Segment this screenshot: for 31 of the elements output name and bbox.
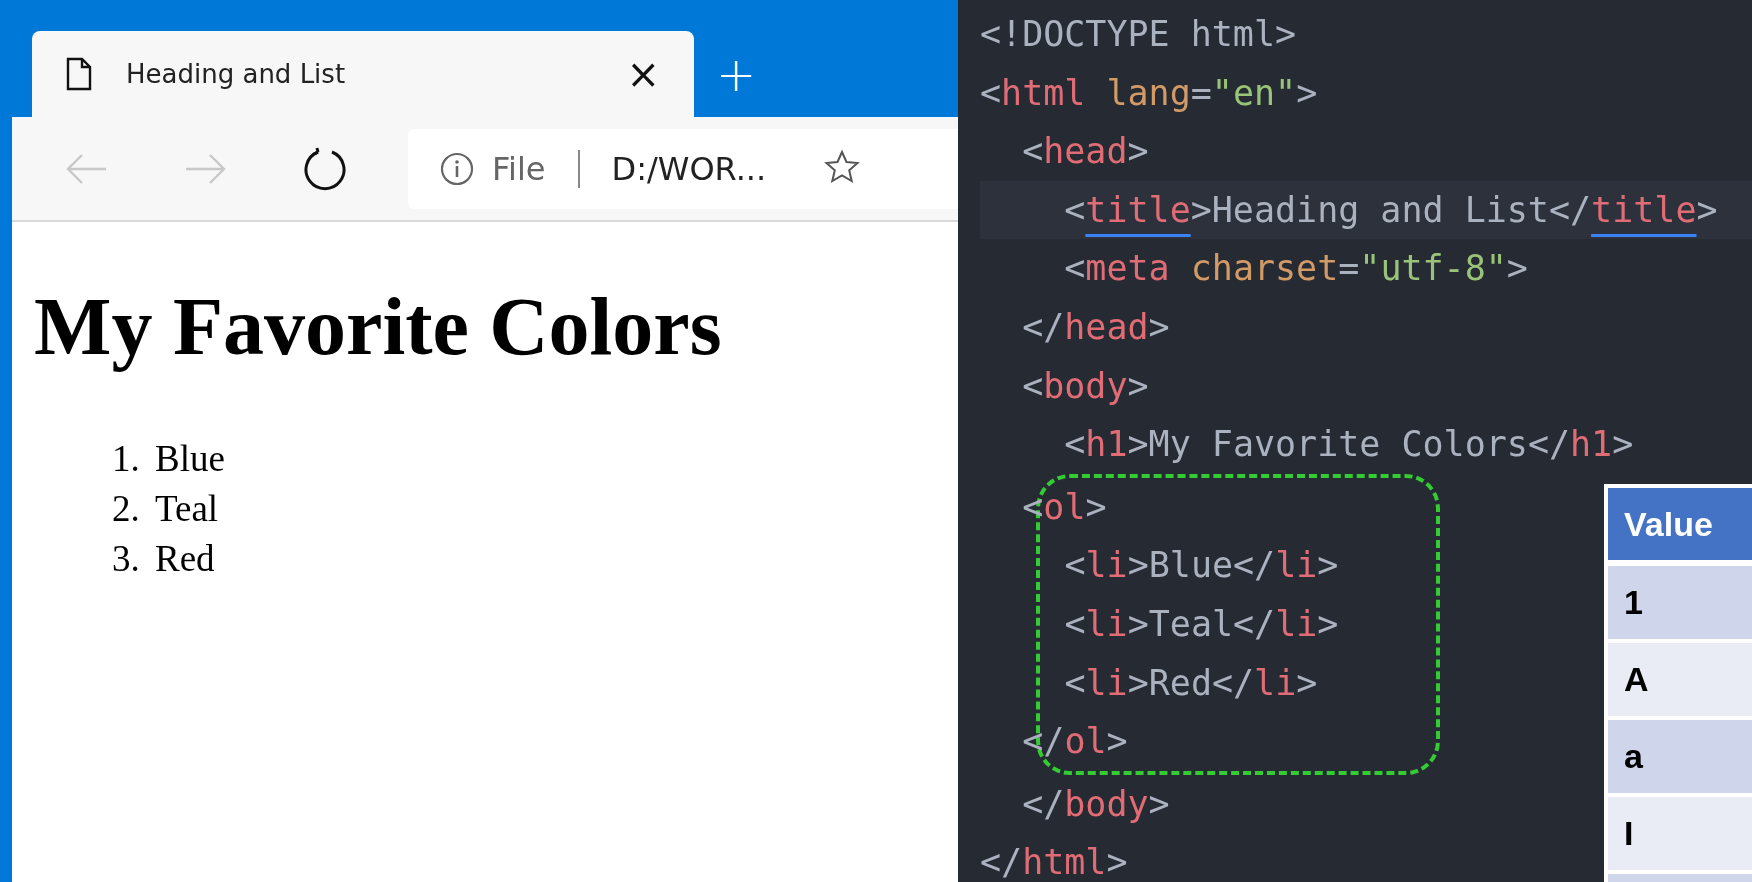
- code-line: <!DOCTYPE html>: [980, 13, 1297, 56]
- browser-tab[interactable]: Heading and List ×: [32, 31, 694, 117]
- list-number: 1.: [112, 437, 141, 481]
- list-number: 3.: [112, 537, 141, 581]
- table-cell: A: [1608, 643, 1752, 720]
- list-number: 2.: [112, 487, 141, 531]
- column-header: Value: [1608, 488, 1752, 566]
- code-line: <head>: [1021, 130, 1149, 174]
- code-line: <meta charset="utf-8">: [1063, 247, 1528, 291]
- list-item: Red: [155, 537, 215, 581]
- code-line: <body>: [1021, 364, 1149, 408]
- code-line: </html>: [980, 841, 1128, 882]
- document-icon: [66, 57, 92, 91]
- code-line: </ol>: [1021, 720, 1128, 764]
- info-icon: [440, 151, 474, 186]
- list-item: Blue: [155, 437, 225, 481]
- page-heading: My Favorite Colors: [34, 280, 723, 374]
- new-tab-button[interactable]: +: [694, 31, 779, 117]
- code-line: <html lang="en">: [980, 71, 1318, 115]
- close-tab-button[interactable]: ×: [620, 51, 666, 97]
- list-item: Teal: [155, 487, 219, 531]
- code-line: <li>Blue</li>: [1063, 544, 1339, 588]
- table-cell: I: [1608, 797, 1752, 874]
- code-line: <li>Teal</li>: [1063, 602, 1339, 646]
- code-line: </head>: [1021, 305, 1170, 349]
- code-line: <li>Red</li>: [1063, 661, 1318, 705]
- code-line: </body>: [1021, 782, 1170, 826]
- refresh-button[interactable]: [304, 146, 348, 191]
- code-line: <ol>: [1021, 485, 1107, 529]
- code-line: <h1>My Favorite Colors</h1>: [1063, 423, 1634, 467]
- address-bar[interactable]: File D:/WOR...: [408, 128, 958, 209]
